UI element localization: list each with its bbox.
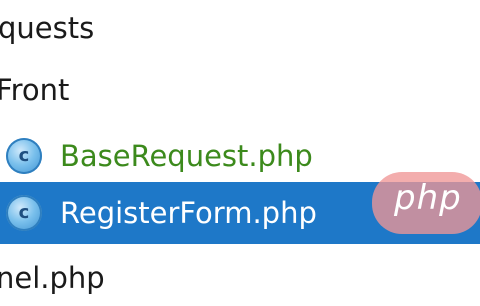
class-letter: c — [18, 202, 30, 223]
project-file-tree: quests Front c BaseRequest.php c Registe… — [0, 0, 480, 300]
watermark-text: php — [394, 178, 462, 218]
tree-item-label: nel.php — [0, 261, 105, 295]
tree-item-label: Front — [0, 73, 70, 107]
tree-folder-front[interactable]: Front — [0, 62, 480, 118]
tree-file-panel[interactable]: nel.php — [0, 250, 480, 306]
class-letter: c — [18, 145, 30, 166]
php-watermark-logo: php — [372, 172, 480, 234]
php-class-icon: c — [6, 195, 42, 231]
tree-item-label: RegisterForm.php — [60, 196, 317, 230]
tree-item-label: BaseRequest.php — [60, 139, 313, 173]
php-class-icon: c — [6, 138, 42, 174]
tree-item-label: quests — [0, 11, 95, 45]
tree-folder-requests[interactable]: quests — [0, 0, 480, 56]
